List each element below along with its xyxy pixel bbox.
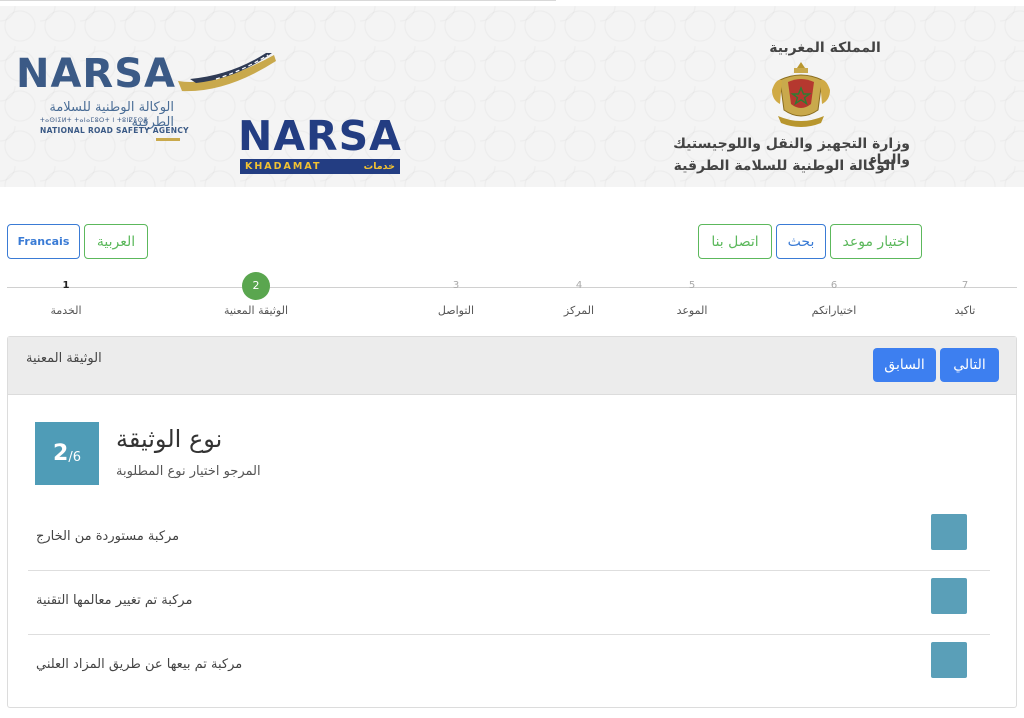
step-1[interactable]: 1 الخدمة — [36, 272, 96, 317]
step-active-circle: 2 — [242, 272, 270, 300]
top-divider — [0, 0, 556, 1]
step-label: الموعد — [676, 304, 708, 317]
step-label: الوثيقة المعنية — [223, 304, 289, 317]
header-banner: NARSA الوكالة الوطنية للسلامة الطرقية ⵜⴰ… — [0, 6, 1024, 187]
narsa-logo-tifinagh: ⵜⴰⵙⵏⵉⵍⵜ ⵜⴰⵏⴰⵎⵓⵔⵜ ⵏ ⵜⵓⵏⵇⵉⵙⵜ — [40, 117, 149, 124]
panel-header: الوثيقة المعنية السابق التالي — [8, 337, 1016, 395]
option-label: مركبة تم تغيير معالمها التقنية — [36, 593, 193, 608]
step-number: 4 — [575, 280, 583, 291]
khadamat-logo-strip: KHADAMAT خدمات — [240, 159, 400, 174]
panel-title: الوثيقة المعنية — [26, 351, 102, 366]
step-3[interactable]: 3 التواصل — [426, 272, 486, 317]
step-progress-badge: 2 /6 — [35, 422, 99, 485]
document-type-heading: نوع الوثيقة — [116, 425, 223, 453]
step-label: الخدمة — [50, 304, 82, 317]
step-label: تاكيد — [954, 304, 976, 317]
option-modified-vehicle[interactable]: مركبة تم تغيير معالمها التقنية — [28, 571, 990, 635]
option-label: مركبة تم بيعها عن طريق المزاد العلني — [36, 657, 243, 672]
narsa-logo-english: NATIONAL ROAD SAFETY AGENCY — [40, 126, 189, 135]
khadamat-arabic: خدمات — [363, 161, 395, 172]
step-5[interactable]: 5 الموعد — [662, 272, 722, 317]
step-6[interactable]: 6 اختياراتكم — [799, 272, 869, 317]
choose-appointment-button[interactable]: اختيار موعد — [830, 224, 922, 259]
option-imported-vehicle[interactable]: مركبة مستوردة من الخارج — [28, 507, 990, 571]
kingdom-title: المملكة المغربية — [769, 40, 881, 56]
step-number: 3 — [452, 280, 460, 291]
step-number: 7 — [961, 280, 969, 291]
search-button[interactable]: بحث — [776, 224, 826, 259]
document-type-instruction: المرجو اختيار نوع المطلوبة — [116, 464, 261, 479]
khadamat-logo-wordmark: NARSA — [238, 112, 402, 160]
step-2-active[interactable]: 2 الوثيقة المعنية — [206, 272, 306, 317]
narsa-logo-wordmark: NARSA — [16, 51, 176, 97]
step-7[interactable]: 7 تاكيد — [940, 272, 990, 317]
badge-current: 2 — [53, 441, 69, 466]
step-number: 5 — [688, 280, 696, 291]
option-select-box[interactable] — [931, 578, 967, 614]
option-select-box[interactable] — [931, 514, 967, 550]
language-french-button[interactable]: Francais — [7, 224, 80, 259]
road-swoosh-icon — [178, 53, 276, 92]
step-label: اختياراتكم — [811, 304, 857, 317]
ministry-block: المملكة المغربية وزارة التجهيز والنقل وا… — [660, 36, 930, 181]
document-panel: الوثيقة المعنية السابق التالي 2 /6 نوع ا… — [7, 336, 1017, 708]
step-label: التواصل — [437, 304, 475, 317]
contact-us-button[interactable]: اتصل بنا — [698, 224, 772, 259]
option-select-box[interactable] — [931, 642, 967, 678]
narsa-logo-underline — [156, 138, 180, 141]
next-button[interactable]: التالي — [940, 348, 999, 382]
coat-of-arms-icon — [772, 62, 830, 127]
option-auctioned-vehicle[interactable]: مركبة تم بيعها عن طريق المزاد العلني — [28, 635, 990, 699]
step-number: 1 — [62, 280, 70, 291]
step-4[interactable]: 4 المركز — [549, 272, 609, 317]
option-label: مركبة مستوردة من الخارج — [36, 529, 180, 544]
previous-button[interactable]: السابق — [873, 348, 936, 382]
agency-name: الوكالة الوطنية للسلامة الطرقية — [673, 158, 895, 174]
narsa-khadamat-logo[interactable]: NARSA KHADAMAT خدمات — [238, 112, 402, 176]
step-label: المركز — [563, 304, 595, 317]
step-number: 6 — [830, 280, 838, 291]
badge-total: /6 — [68, 450, 81, 465]
khadamat-latin: KHADAMAT — [245, 161, 322, 172]
language-arabic-button[interactable]: العربية — [84, 224, 148, 259]
